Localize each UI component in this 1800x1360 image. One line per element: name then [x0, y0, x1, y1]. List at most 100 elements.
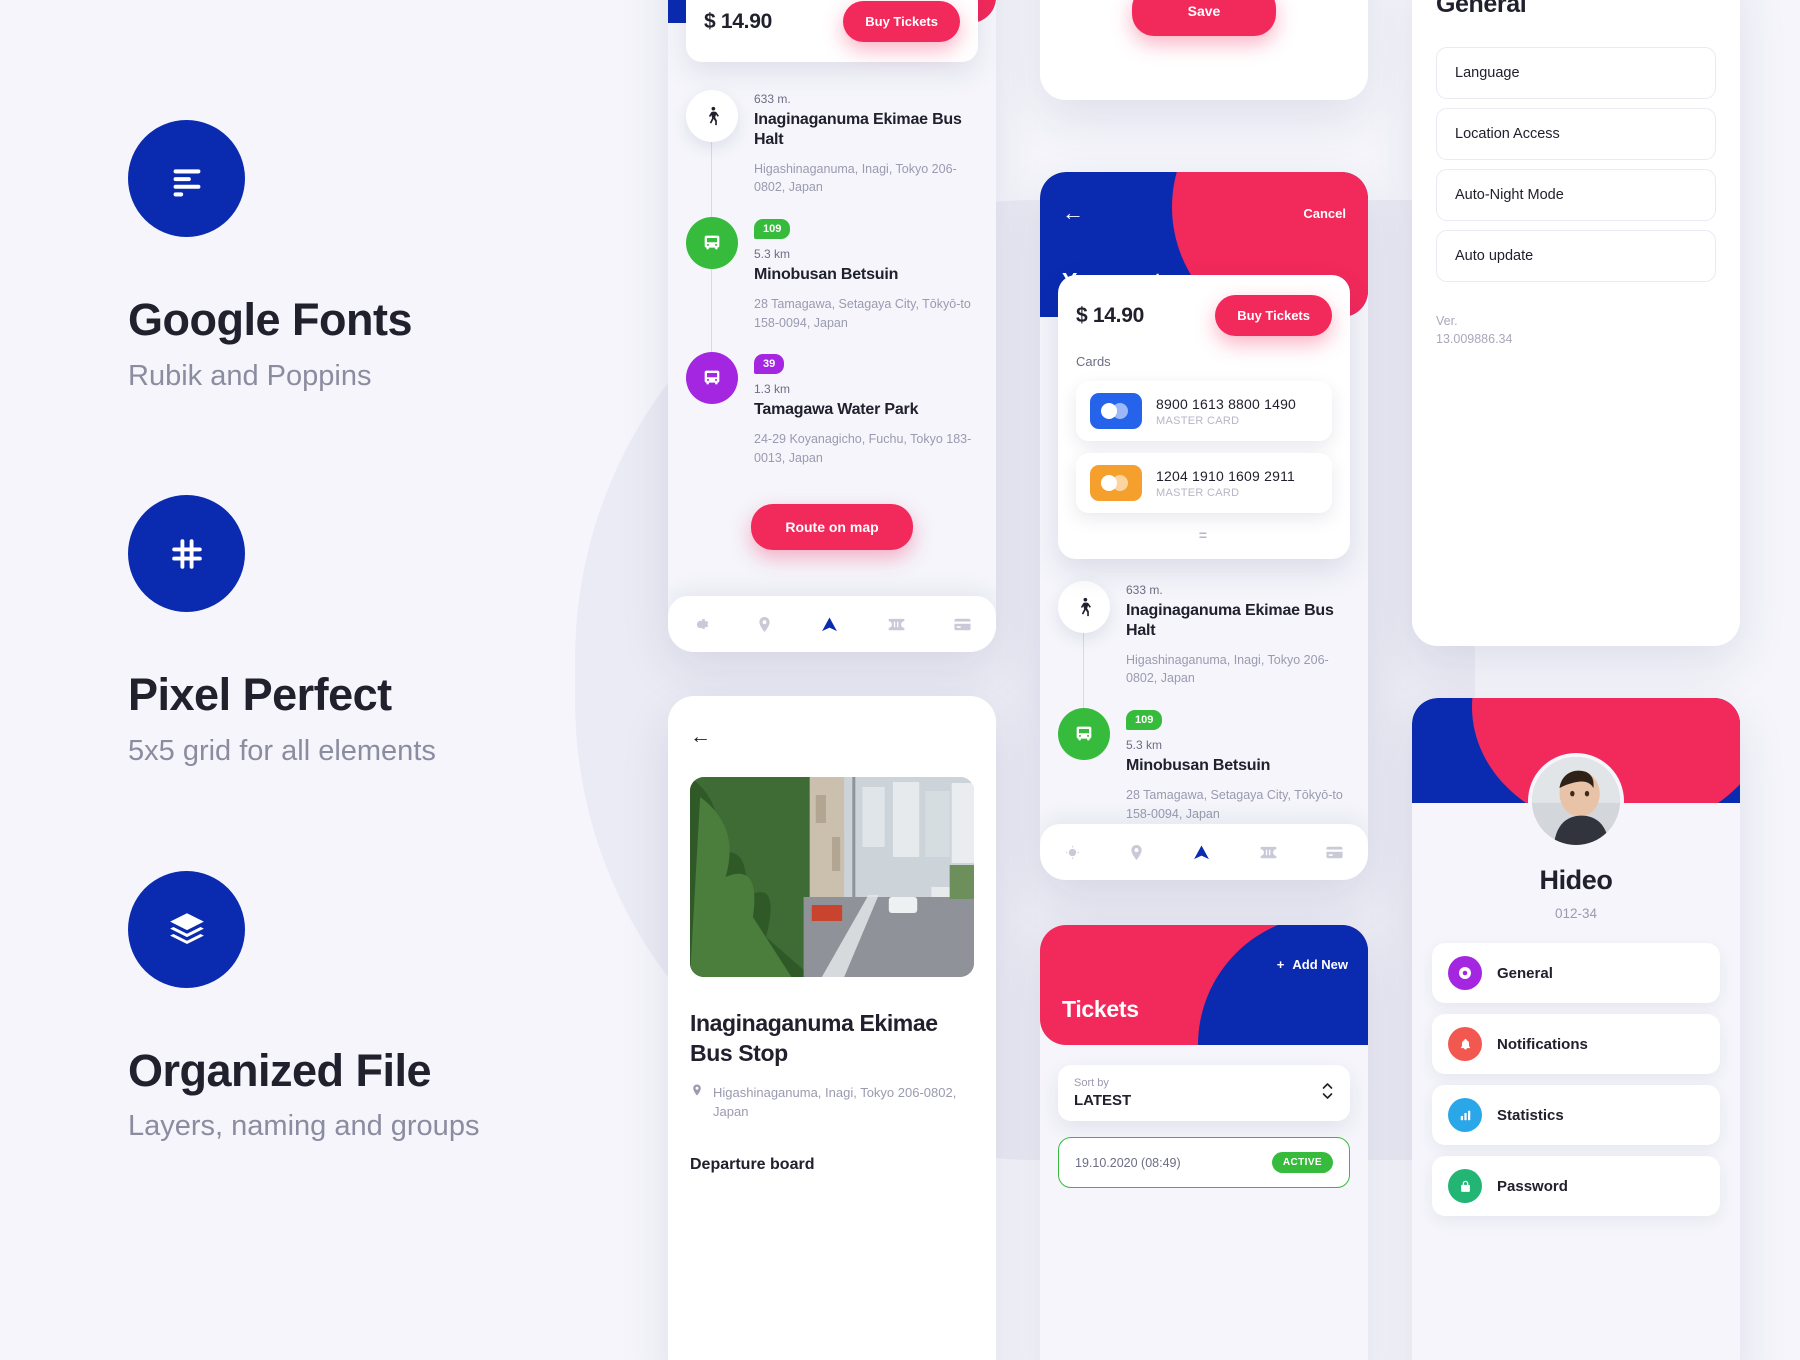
add-new-label: Add New	[1292, 957, 1348, 972]
status-badge: ACTIVE	[1271, 1152, 1333, 1173]
ticket-icon[interactable]	[886, 614, 907, 635]
save-button[interactable]: Save	[1131, 0, 1277, 36]
version-label: Ver.	[1436, 314, 1458, 328]
stop-body: 109 5.3 km Minobusan Betsuin 28 Tamagawa…	[754, 217, 978, 346]
route-price: $ 14.90	[704, 9, 772, 33]
ticket-list-item[interactable]: 19.10.2020 (08:49) ACTIVE	[1058, 1137, 1350, 1188]
route-stop-list: 633 m. Inaginaganuma Ekimae Bus Halt Hig…	[668, 62, 996, 550]
location-pin-icon	[690, 1083, 704, 1122]
cancel-button[interactable]: Cancel	[1303, 206, 1346, 221]
menu-item-general[interactable]: General	[1432, 943, 1720, 1003]
version-value: 13.009886.34	[1436, 332, 1513, 347]
navigation-triangle-icon[interactable]	[1191, 842, 1212, 863]
stop-body: 39 1.3 km Tamagawa Water Park 24-29 Koya…	[754, 352, 978, 481]
route-badge: 39	[754, 354, 785, 375]
stop-detail-title: Inaginaganuma Ekimae Bus Stop	[690, 1010, 938, 1066]
profile-phone: 012-34	[1554, 906, 1598, 921]
setting-location-access[interactable]: Location Access	[1436, 108, 1716, 160]
street-photo	[690, 777, 974, 977]
mastercard-logo-icon	[1090, 393, 1142, 429]
mastercard-logo-icon	[1090, 465, 1142, 501]
buy-tickets-button[interactable]: Buy Tickets	[1215, 295, 1332, 336]
page-title: General	[1436, 0, 1527, 18]
layers-icon	[128, 870, 245, 988]
bus-icon	[686, 217, 738, 270]
stop-distance: 633 m.	[754, 92, 791, 106]
location-pin-icon[interactable]	[1127, 843, 1146, 862]
stop-connector	[711, 142, 712, 226]
navigation-triangle-icon[interactable]	[819, 614, 840, 635]
route-stop[interactable]: 633 m. Inaginaganuma Ekimae Bus Halt Hig…	[1058, 581, 1350, 717]
setting-auto-update[interactable]: Auto update	[1436, 230, 1716, 282]
lock-icon	[1448, 1169, 1482, 1203]
bell-icon	[1448, 1027, 1482, 1061]
bottom-tab-bar	[668, 596, 996, 652]
back-arrow-icon[interactable]: ←	[690, 726, 711, 747]
gear-icon[interactable]	[1063, 843, 1082, 862]
ticket-icon[interactable]	[1258, 842, 1279, 863]
header-blob	[1198, 925, 1368, 1045]
setting-language[interactable]: Language	[1436, 47, 1716, 99]
bottom-tab-bar	[1040, 824, 1368, 880]
credit-card-icon[interactable]	[952, 614, 973, 635]
avatar	[1528, 753, 1624, 849]
gear-icon[interactable]	[691, 615, 710, 634]
menu-item-statistics[interactable]: Statistics	[1432, 1085, 1720, 1145]
menu-item-notifications[interactable]: Notifications	[1432, 1014, 1720, 1074]
sort-value: LATEST	[1074, 1092, 1132, 1109]
plus-icon: +	[1276, 957, 1285, 972]
menu-item-label: Password	[1497, 1177, 1568, 1195]
stop-marker	[1058, 581, 1110, 717]
drag-handle[interactable]: =	[1076, 525, 1332, 547]
feature-subtitle: Rubik and Poppins	[128, 359, 372, 392]
chevron-updown-icon[interactable]	[1321, 1080, 1334, 1107]
stop-connector	[1083, 633, 1084, 717]
back-arrow-icon[interactable]: ←	[1062, 202, 1084, 224]
credit-card-icon[interactable]	[1324, 842, 1345, 863]
route-stop[interactable]: 39 1.3 km Tamagawa Water Park 24-29 Koya…	[686, 352, 978, 487]
route-stop[interactable]: 633 m. Inaginaganuma Ekimae Bus Halt Hig…	[686, 90, 978, 226]
location-pin-icon[interactable]	[755, 615, 774, 634]
payment-card-item[interactable]: 8900 1613 8800 1490 MASTER CARD	[1076, 381, 1332, 441]
cards-label: Cards	[1076, 354, 1111, 369]
stop-marker	[686, 217, 738, 361]
menu-item-password[interactable]: Password	[1432, 1156, 1720, 1216]
card-number: 1204 1910 1609 2911	[1156, 467, 1296, 484]
design-showcase: Google Fonts Rubik and Poppins Pixel Per…	[0, 0, 1800, 1360]
route-stop[interactable]: 109 5.3 km Minobusan Betsuin 28 Tamagawa…	[686, 217, 978, 361]
route-price: $ 14.90	[1076, 303, 1144, 327]
payment-card-item[interactable]: 1204 1910 1609 2911 MASTER CARD	[1076, 453, 1332, 513]
stop-detail-address-row: Higashinaganuma, Inagi, Tokyo 206-0802, …	[690, 1083, 974, 1122]
general-body: General Language Location Access Auto-Ni…	[1412, 0, 1740, 646]
payment-route-stop-list: 633 m. Inaginaganuma Ekimae Bus Halt Hig…	[1040, 559, 1368, 843]
screen-stop-detail: ← Inaginaganuma Ekimae Bus Stop Higashin…	[668, 696, 996, 1360]
screen-your-route: Your route $ 14.90 Buy Tickets 6	[668, 0, 996, 652]
menu-item-label: General	[1497, 964, 1553, 982]
stop-body: 633 m. Inaginaganuma Ekimae Bus Halt Hig…	[754, 90, 978, 211]
screen-general-settings: General Language Location Access Auto-Ni…	[1412, 0, 1740, 646]
stop-name: Inaginaganuma Ekimae Bus Halt	[1126, 602, 1334, 639]
screen-tickets: + Add New Tickets Sort by LATEST 19.10.2…	[1040, 925, 1368, 1360]
grid-hash-icon	[128, 495, 245, 613]
screen-profile: Hideo 012-34 General Notifications Stati…	[1412, 698, 1740, 1360]
stop-marker	[686, 352, 738, 481]
menu-item-label: Statistics	[1497, 1106, 1564, 1124]
buy-tickets-button[interactable]: Buy Tickets	[843, 1, 960, 42]
route-on-map-button[interactable]: Route on map	[751, 503, 913, 550]
add-new-button[interactable]: + Add New	[1277, 957, 1348, 972]
text-lines-icon	[128, 120, 245, 237]
sort-label: Sort by	[1074, 1077, 1109, 1089]
feature-pixel-perfect: Pixel Perfect 5x5 grid for all elements	[128, 495, 588, 768]
stop-body: 633 m. Inaginaganuma Ekimae Bus Halt Hig…	[1126, 581, 1350, 702]
setting-auto-night-mode[interactable]: Auto-Night Mode	[1436, 169, 1716, 221]
bus-icon	[686, 352, 738, 405]
feature-list: Google Fonts Rubik and Poppins Pixel Per…	[128, 120, 588, 1246]
stop-distance: 5.3 km	[1126, 738, 1163, 753]
feature-title: Organized File	[128, 1044, 432, 1096]
stop-name: Inaginaganuma Ekimae Bus Halt	[754, 111, 962, 148]
profile-name: Hideo	[1539, 865, 1613, 895]
stop-connector	[711, 269, 712, 361]
walking-icon	[686, 90, 738, 142]
route-badge: 109	[1126, 710, 1163, 731]
sort-by-select[interactable]: Sort by LATEST	[1058, 1065, 1350, 1121]
